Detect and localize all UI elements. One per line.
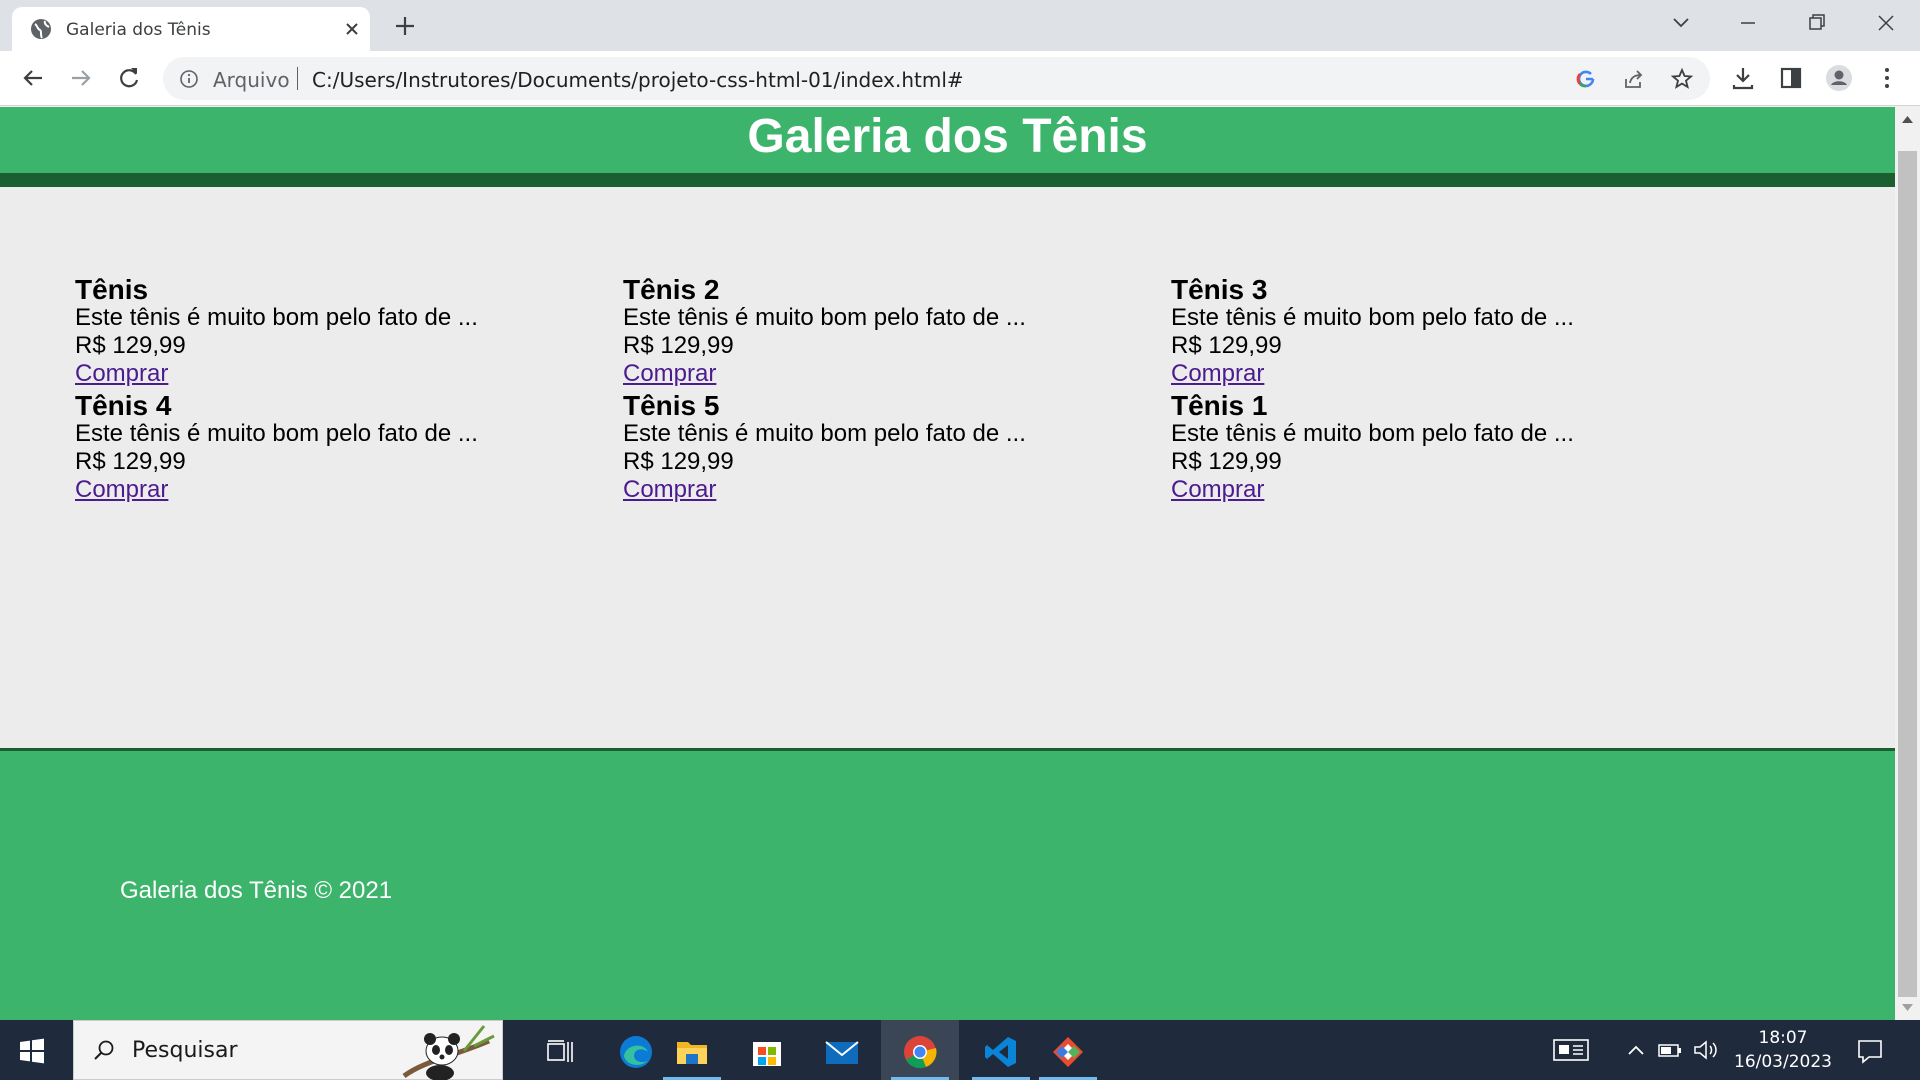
forward-arrow-icon[interactable] — [66, 63, 96, 93]
battery-icon[interactable] — [1656, 1038, 1684, 1062]
more-menu-icon[interactable] — [1873, 64, 1901, 92]
product-name: Tênis 3 — [1171, 274, 1268, 305]
product-price: R$ 129,99 — [1171, 332, 1282, 359]
buy-link[interactable]: Comprar — [1171, 360, 1264, 388]
scroll-down-arrow-icon[interactable] — [1900, 1002, 1915, 1014]
product-card: Tênis 5 Este tênis é muito bom pelo fato… — [623, 391, 1143, 507]
product-price: R$ 129,99 — [1171, 448, 1282, 475]
task-view-icon — [547, 1040, 573, 1062]
taskbar-search[interactable]: Pesquisar — [73, 1020, 503, 1080]
chevron-down-icon[interactable] — [1666, 10, 1696, 36]
git-icon — [1053, 1037, 1083, 1067]
site-footer: Galeria dos Tênis © 2021 — [0, 748, 1895, 1020]
profile-avatar-icon[interactable] — [1825, 64, 1853, 92]
address-separator — [297, 67, 298, 90]
product-price: R$ 129,99 — [75, 448, 186, 475]
browser-toolbar: Arquivo C:/Users/Instrutores/Documents/p… — [0, 51, 1920, 106]
product-description: Este tênis é muito bom pelo fato de ... — [75, 304, 478, 331]
product-price: R$ 129,99 — [623, 332, 734, 359]
tab-title: Galeria dos Tênis — [66, 20, 211, 40]
news-widget-icon[interactable] — [1553, 1038, 1589, 1062]
taskbar-chrome[interactable] — [881, 1020, 959, 1080]
product-description: Este tênis é muito bom pelo fato de ... — [75, 420, 478, 447]
scrollbar-thumb[interactable] — [1898, 151, 1917, 997]
close-icon[interactable] — [342, 19, 362, 39]
info-icon[interactable] — [179, 69, 199, 89]
url-text[interactable]: C:/Users/Instrutores/Documents/projeto-c… — [312, 68, 964, 92]
panda-illustration-icon — [402, 1025, 495, 1080]
product-description: Este tênis é muito bom pelo fato de ... — [623, 420, 1026, 447]
product-card: Tênis Este tênis é muito bom pelo fato d… — [75, 275, 595, 391]
globe-icon — [31, 19, 51, 39]
new-tab-button[interactable] — [392, 13, 418, 39]
store-icon — [753, 1042, 781, 1066]
clock-date: 16/03/2023 — [1734, 1052, 1832, 1072]
browser-tab[interactable]: Galeria dos Tênis — [12, 7, 370, 51]
product-description: Este tênis é muito bom pelo fato de ... — [1171, 304, 1574, 331]
search-icon — [94, 1040, 114, 1060]
buy-link[interactable]: Comprar — [623, 360, 716, 388]
share-icon[interactable] — [1622, 67, 1646, 91]
chrome-icon — [904, 1036, 937, 1069]
page-title: Galeria dos Tênis — [747, 110, 1148, 163]
star-icon[interactable] — [1670, 67, 1694, 91]
product-price: R$ 129,99 — [623, 448, 734, 475]
taskbar-file-explorer[interactable] — [653, 1020, 731, 1080]
product-name: Tênis — [75, 274, 149, 305]
taskbar-store[interactable] — [728, 1020, 806, 1080]
product-name: Tênis 5 — [623, 390, 720, 421]
window-close-button[interactable] — [1871, 10, 1901, 36]
taskbar-git[interactable] — [1029, 1020, 1107, 1080]
address-bar[interactable]: Arquivo C:/Users/Instrutores/Documents/p… — [163, 57, 1710, 100]
reload-icon[interactable] — [114, 63, 144, 93]
clock-time: 18:07 — [1758, 1028, 1808, 1048]
product-description: Este tênis é muito bom pelo fato de ... — [1171, 420, 1574, 447]
site-header: Galeria dos Tênis — [0, 107, 1895, 187]
restore-button[interactable] — [1801, 10, 1831, 36]
chevron-up-icon[interactable] — [1622, 1038, 1650, 1062]
buy-link[interactable]: Comprar — [1171, 476, 1264, 504]
scroll-up-arrow-icon[interactable] — [1900, 113, 1915, 125]
taskbar-task-view[interactable] — [521, 1020, 599, 1080]
windows-taskbar: Pesquisar 18:07 16/03/2023 — [0, 1020, 1920, 1080]
vscode-icon — [985, 1037, 1016, 1067]
buy-link[interactable]: Comprar — [623, 476, 716, 504]
buy-link[interactable]: Comprar — [75, 476, 168, 504]
product-card: Tênis 3 Este tênis é muito bom pelo fato… — [1171, 275, 1691, 391]
product-name: Tênis 4 — [75, 390, 172, 421]
product-card: Tênis 2 Este tênis é muito bom pelo fato… — [623, 275, 1143, 391]
product-price: R$ 129,99 — [75, 332, 186, 359]
footer-copyright: Galeria dos Tênis © 2021 — [120, 877, 393, 904]
browser-tabstrip: Galeria dos Tênis — [0, 0, 1920, 51]
product-card: Tênis 4 Este tênis é muito bom pelo fato… — [75, 391, 595, 507]
download-icon[interactable] — [1729, 64, 1757, 92]
taskbar-mail[interactable] — [803, 1020, 881, 1080]
folder-icon — [677, 1042, 707, 1064]
product-name: Tênis 1 — [1171, 390, 1268, 421]
page-viewport: Galeria dos Tênis Tênis Este tênis é mui… — [0, 107, 1895, 1020]
notification-center-icon[interactable] — [1855, 1036, 1885, 1066]
minimize-button[interactable] — [1733, 10, 1763, 36]
google-icon[interactable] — [1574, 67, 1598, 91]
buy-link[interactable]: Comprar — [75, 360, 168, 388]
scheme-label: Arquivo — [213, 68, 290, 92]
mail-icon — [825, 1041, 859, 1064]
product-card: Tênis 1 Este tênis é muito bom pelo fato… — [1171, 391, 1691, 507]
edge-icon — [620, 1036, 652, 1068]
back-arrow-icon[interactable] — [18, 63, 48, 93]
volume-icon[interactable] — [1692, 1038, 1720, 1062]
vertical-scrollbar[interactable] — [1895, 107, 1920, 1020]
search-placeholder: Pesquisar — [132, 1038, 238, 1063]
product-name: Tênis 2 — [623, 274, 720, 305]
system-clock[interactable]: 18:07 16/03/2023 — [1728, 1026, 1838, 1074]
side-panel-icon[interactable] — [1777, 64, 1805, 92]
windows-start-icon[interactable] — [18, 1037, 46, 1065]
product-description: Este tênis é muito bom pelo fato de ... — [623, 304, 1026, 331]
